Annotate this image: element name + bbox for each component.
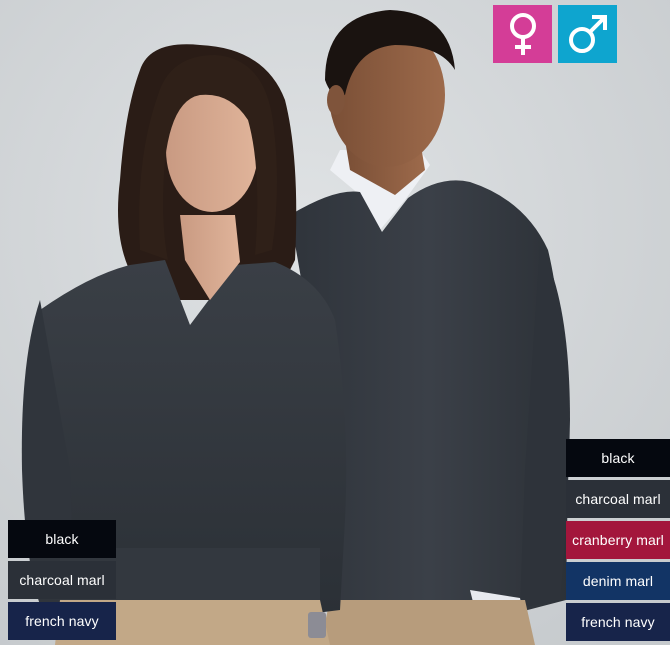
female-badge[interactable] xyxy=(493,5,552,63)
product-image: black charcoal marl french navy black ch… xyxy=(0,0,670,645)
colour-swatch-charcoal-marl[interactable]: charcoal marl xyxy=(8,561,116,599)
colour-swatch-french-navy[interactable]: french navy xyxy=(566,603,670,641)
male-symbol-icon xyxy=(568,15,607,53)
male-badge[interactable] xyxy=(558,5,617,63)
colour-swatch-black[interactable]: black xyxy=(566,439,670,477)
colour-swatch-cranberry-marl[interactable]: cranberry marl xyxy=(566,521,670,559)
women-colour-list: black charcoal marl french navy xyxy=(8,520,116,643)
colour-swatch-french-navy[interactable]: french navy xyxy=(8,602,116,640)
female-symbol-icon xyxy=(509,13,536,55)
men-colour-list: black charcoal marl cranberry marl denim… xyxy=(566,439,670,644)
colour-swatch-denim-marl[interactable]: denim marl xyxy=(566,562,670,600)
colour-swatch-black[interactable]: black xyxy=(8,520,116,558)
colour-swatch-charcoal-marl[interactable]: charcoal marl xyxy=(566,480,670,518)
